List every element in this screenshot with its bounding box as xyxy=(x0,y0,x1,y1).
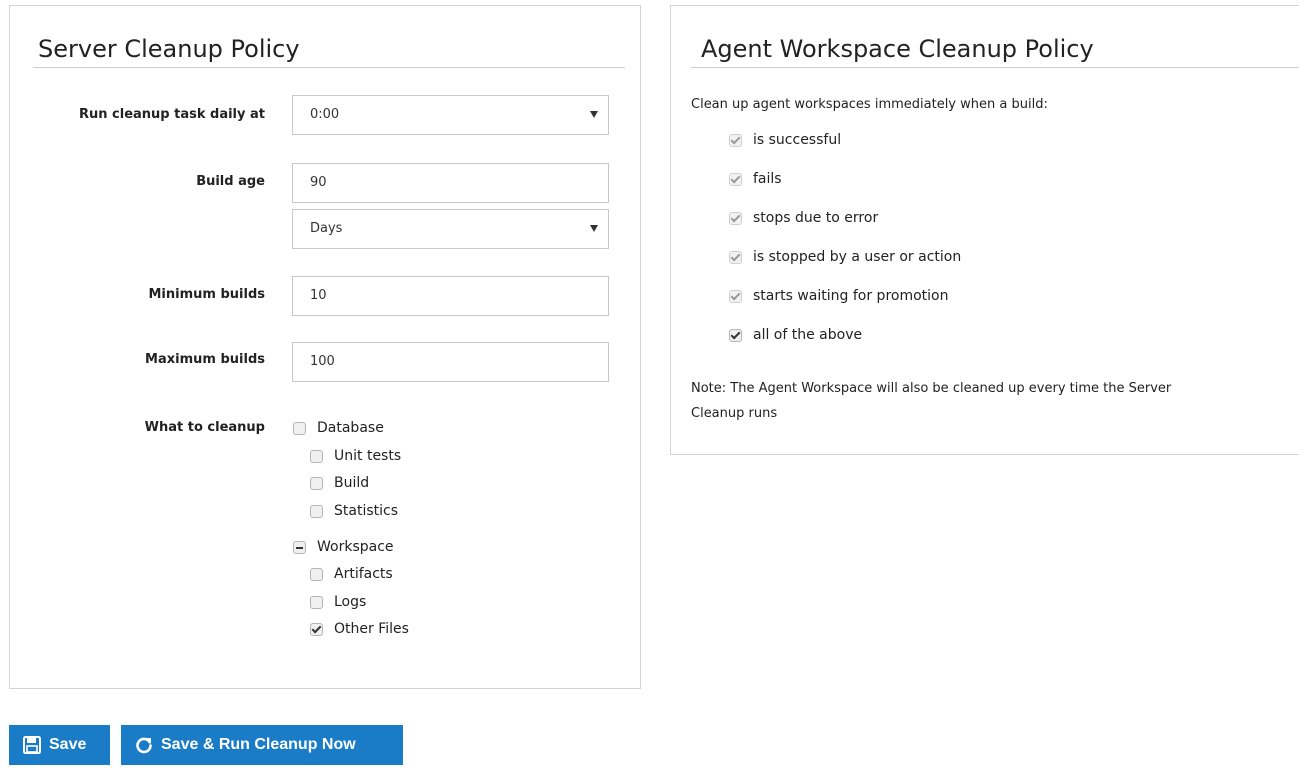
other-files-checkbox-row[interactable]: Other Files xyxy=(310,621,409,637)
agent-option-label: fails xyxy=(753,171,782,187)
database-checkbox[interactable] xyxy=(293,421,306,435)
all-of-the-above-label: all of the above xyxy=(753,327,863,343)
artifacts-checkbox-row[interactable]: Artifacts xyxy=(310,566,393,582)
logs-label: Logs xyxy=(334,594,367,610)
unit-tests-checkbox[interactable] xyxy=(310,449,323,463)
build-checkbox[interactable] xyxy=(310,476,323,490)
artifacts-label: Artifacts xyxy=(334,566,393,582)
chevron-down-icon xyxy=(590,225,598,232)
agent-option-checkbox[interactable] xyxy=(729,133,742,147)
statistics-checkbox-row[interactable]: Statistics xyxy=(310,503,398,519)
agent-option-row[interactable]: fails xyxy=(729,171,782,187)
min-builds-label: Minimum builds xyxy=(148,287,266,302)
agent-option-row[interactable]: is successful xyxy=(729,132,841,148)
other-files-checkbox[interactable] xyxy=(310,622,323,636)
build-age-label: Build age xyxy=(196,174,265,189)
unit-tests-label: Unit tests xyxy=(334,448,402,464)
workspace-label: Workspace xyxy=(317,539,394,555)
server-cleanup-title: Server Cleanup Policy xyxy=(38,35,300,63)
min-builds-input[interactable]: 10 xyxy=(292,276,609,316)
agent-note-line2: Cleanup runs xyxy=(691,406,778,421)
agent-intro-text: Clean up agent workspaces immediately wh… xyxy=(691,97,1048,112)
agent-option-checkbox[interactable] xyxy=(729,250,742,264)
max-builds-input[interactable]: 100 xyxy=(292,342,609,382)
agent-cleanup-title: Agent Workspace Cleanup Policy xyxy=(701,35,1094,63)
max-builds-value: 100 xyxy=(310,354,335,369)
build-age-unit-select[interactable]: Days xyxy=(292,209,609,249)
all-of-the-above-checkbox[interactable] xyxy=(729,328,742,342)
workspace-checkbox-row[interactable]: Workspace xyxy=(293,539,394,555)
statistics-checkbox[interactable] xyxy=(310,504,323,518)
other-files-label: Other Files xyxy=(334,621,409,637)
max-builds-label: Maximum builds xyxy=(145,352,265,367)
save-label: Save xyxy=(49,736,87,753)
agent-option-label: is stopped by a user or action xyxy=(753,249,962,265)
save-button[interactable]: Save xyxy=(9,725,110,765)
floppy-disk-icon xyxy=(23,736,41,754)
database-checkbox-row[interactable]: Database xyxy=(293,420,384,436)
agent-option-checkbox[interactable] xyxy=(729,289,742,303)
what-to-cleanup-label: What to cleanup xyxy=(144,420,265,435)
build-age-unit-value: Days xyxy=(310,221,343,236)
logs-checkbox-row[interactable]: Logs xyxy=(310,594,366,610)
all-of-the-above-row[interactable]: all of the above xyxy=(729,327,862,343)
title-divider xyxy=(33,67,625,68)
save-run-label: Save & Run Cleanup Now xyxy=(161,736,356,753)
min-builds-value: 10 xyxy=(310,288,327,303)
agent-option-label: starts waiting for promotion xyxy=(753,288,949,304)
build-age-value: 90 xyxy=(310,175,327,190)
workspace-checkbox[interactable] xyxy=(293,540,306,554)
statistics-label: Statistics xyxy=(334,503,398,519)
build-age-input[interactable]: 90 xyxy=(292,163,609,203)
title-divider xyxy=(691,67,1299,68)
agent-option-label: is successful xyxy=(753,132,842,148)
agent-option-row[interactable]: stops due to error xyxy=(729,210,878,226)
save-run-cleanup-button[interactable]: Save & Run Cleanup Now xyxy=(121,725,403,765)
agent-option-row[interactable]: is stopped by a user or action xyxy=(729,249,961,265)
agent-option-checkbox[interactable] xyxy=(729,172,742,186)
build-label: Build xyxy=(334,475,370,491)
server-cleanup-panel: Server Cleanup Policy Run cleanup task d… xyxy=(9,5,641,689)
agent-note-line1: Note: The Agent Workspace will also be c… xyxy=(691,381,1172,396)
database-label: Database xyxy=(317,420,384,436)
agent-cleanup-panel: Agent Workspace Cleanup Policy Clean up … xyxy=(670,5,1299,455)
agent-option-row[interactable]: starts waiting for promotion xyxy=(729,288,948,304)
run-time-value: 0:00 xyxy=(310,107,340,122)
run-time-select[interactable]: 0:00 xyxy=(292,95,609,135)
agent-option-checkbox[interactable] xyxy=(729,211,742,225)
build-checkbox-row[interactable]: Build xyxy=(310,475,369,491)
unit-tests-checkbox-row[interactable]: Unit tests xyxy=(310,448,401,464)
artifacts-checkbox[interactable] xyxy=(310,567,323,581)
refresh-icon xyxy=(135,736,153,754)
agent-option-label: stops due to error xyxy=(753,210,879,226)
run-cleanup-label: Run cleanup task daily at xyxy=(78,107,265,122)
chevron-down-icon xyxy=(590,111,598,118)
logs-checkbox[interactable] xyxy=(310,595,323,609)
